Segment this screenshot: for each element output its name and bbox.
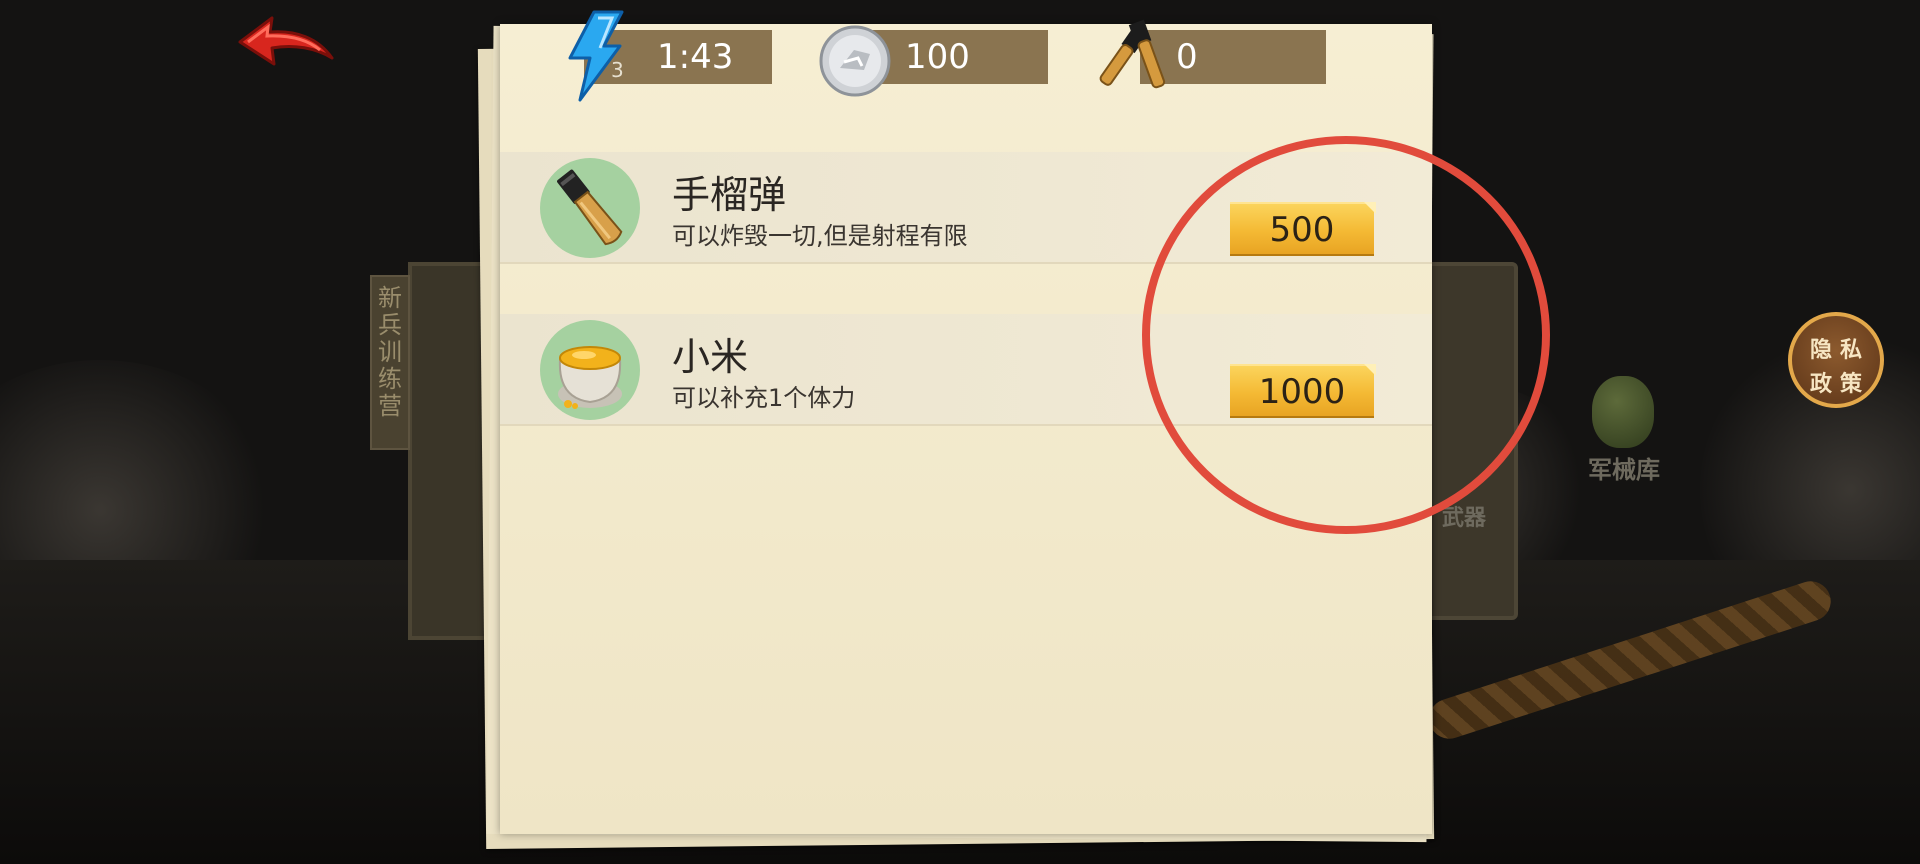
buy-price-button[interactable]: 500 [1230, 202, 1376, 254]
banner-char: 兵 [378, 311, 402, 339]
shop-panel [500, 24, 1432, 834]
silver-coin-icon [819, 25, 891, 97]
grenade-value: 0 [1176, 37, 1198, 77]
back-button[interactable] [234, 14, 338, 78]
weapon-label: 武器 [1442, 506, 1487, 531]
grenade-icon [540, 158, 640, 258]
armory-label: 军械库 [1588, 456, 1660, 484]
item-description: 可以补充1个体力 [672, 384, 856, 412]
privacy-label-line2: 政策 [1809, 372, 1870, 397]
item-name: 小米 [672, 335, 749, 379]
lightning-icon [568, 10, 624, 102]
shop-item-millet[interactable]: 小米 可以补充1个体力 1000 [500, 314, 1432, 426]
item-description: 可以炸毁一切,但是射程有限 [672, 222, 968, 250]
item-name: 手榴弹 [672, 173, 787, 217]
privacy-label-line1: 隐私 [1809, 338, 1870, 363]
armory-grenade-icon [1592, 376, 1654, 448]
weapon-board [1420, 262, 1518, 620]
energy-timer: 1:43 [657, 37, 734, 77]
energy-count: 3 [611, 58, 624, 82]
buy-price-button[interactable]: 1000 [1230, 364, 1376, 416]
silver-value: 100 [905, 37, 970, 77]
grenade-icon [1099, 19, 1166, 89]
training-camp-banner: 新 兵 训 练 营 [370, 275, 410, 450]
banner-char: 练 [378, 365, 402, 393]
banner-char: 训 [378, 338, 402, 366]
banner-char: 新 [378, 284, 402, 312]
shop-item-grenade[interactable]: 手榴弹 可以炸毁一切,但是射程有限 500 [500, 152, 1432, 264]
millet-sack-icon [540, 320, 640, 420]
back-arrow-icon [238, 16, 334, 66]
banner-char: 营 [378, 392, 402, 420]
privacy-policy-button[interactable]: 隐私 政策 [1788, 312, 1884, 408]
